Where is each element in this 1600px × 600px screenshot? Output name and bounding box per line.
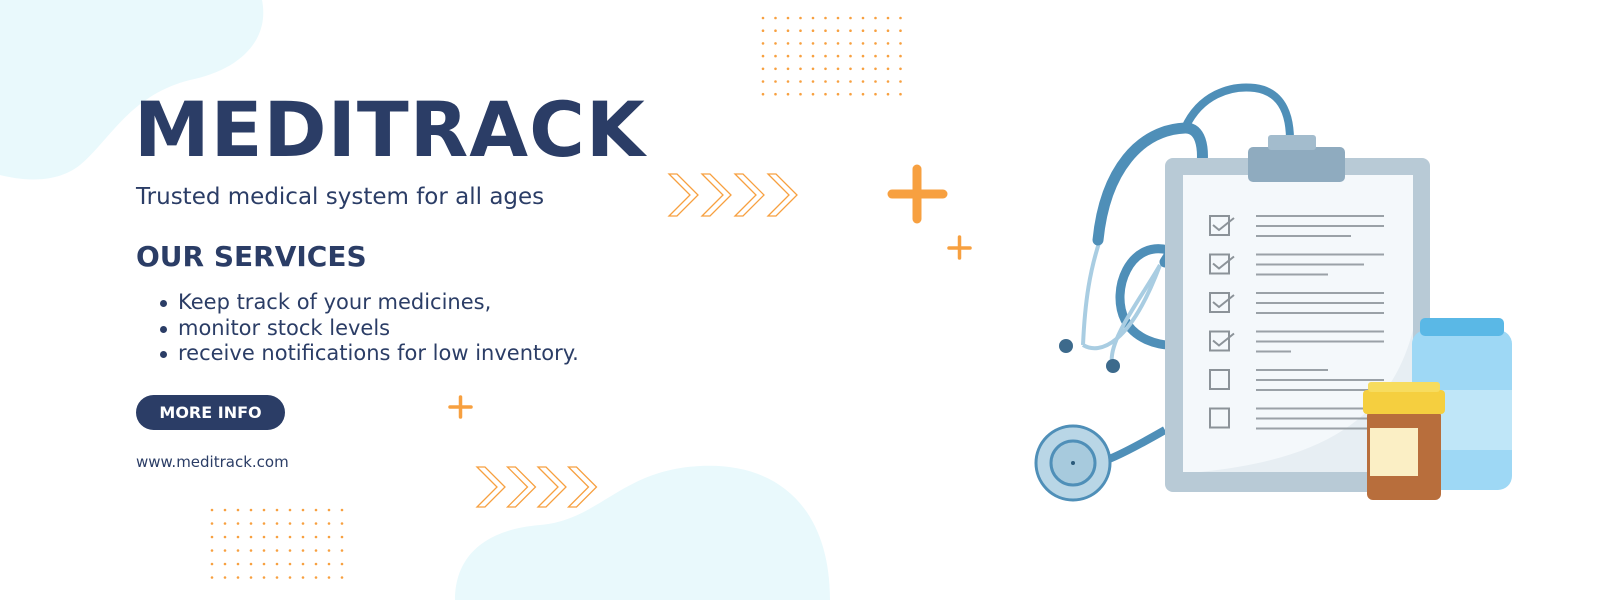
brand-title: MEDITRACK [134, 85, 646, 174]
website-link[interactable]: www.meditrack.com [136, 453, 289, 471]
plus-small-icon [947, 235, 972, 260]
plus-small-icon [448, 395, 473, 419]
tagline: Trusted medical system for all ages [136, 184, 545, 210]
bottom-blob [455, 465, 830, 600]
chevrons-bottom [475, 466, 598, 508]
dot-grid-top [761, 16, 902, 96]
dot-grid-bottom [210, 508, 344, 579]
list-item: receive notifications for low inventory. [158, 341, 579, 367]
more-info-button[interactable]: MORE INFO [136, 395, 285, 430]
plus-large-icon [887, 164, 948, 224]
list-item: Keep track of your medicines, [158, 290, 579, 316]
services-list: Keep track of your medicines, monitor st… [158, 290, 579, 367]
services-heading: OUR SERVICES [136, 240, 367, 273]
pill-jar-icon [1363, 382, 1445, 500]
chevrons-top [667, 173, 798, 217]
list-item: monitor stock levels [158, 316, 579, 342]
